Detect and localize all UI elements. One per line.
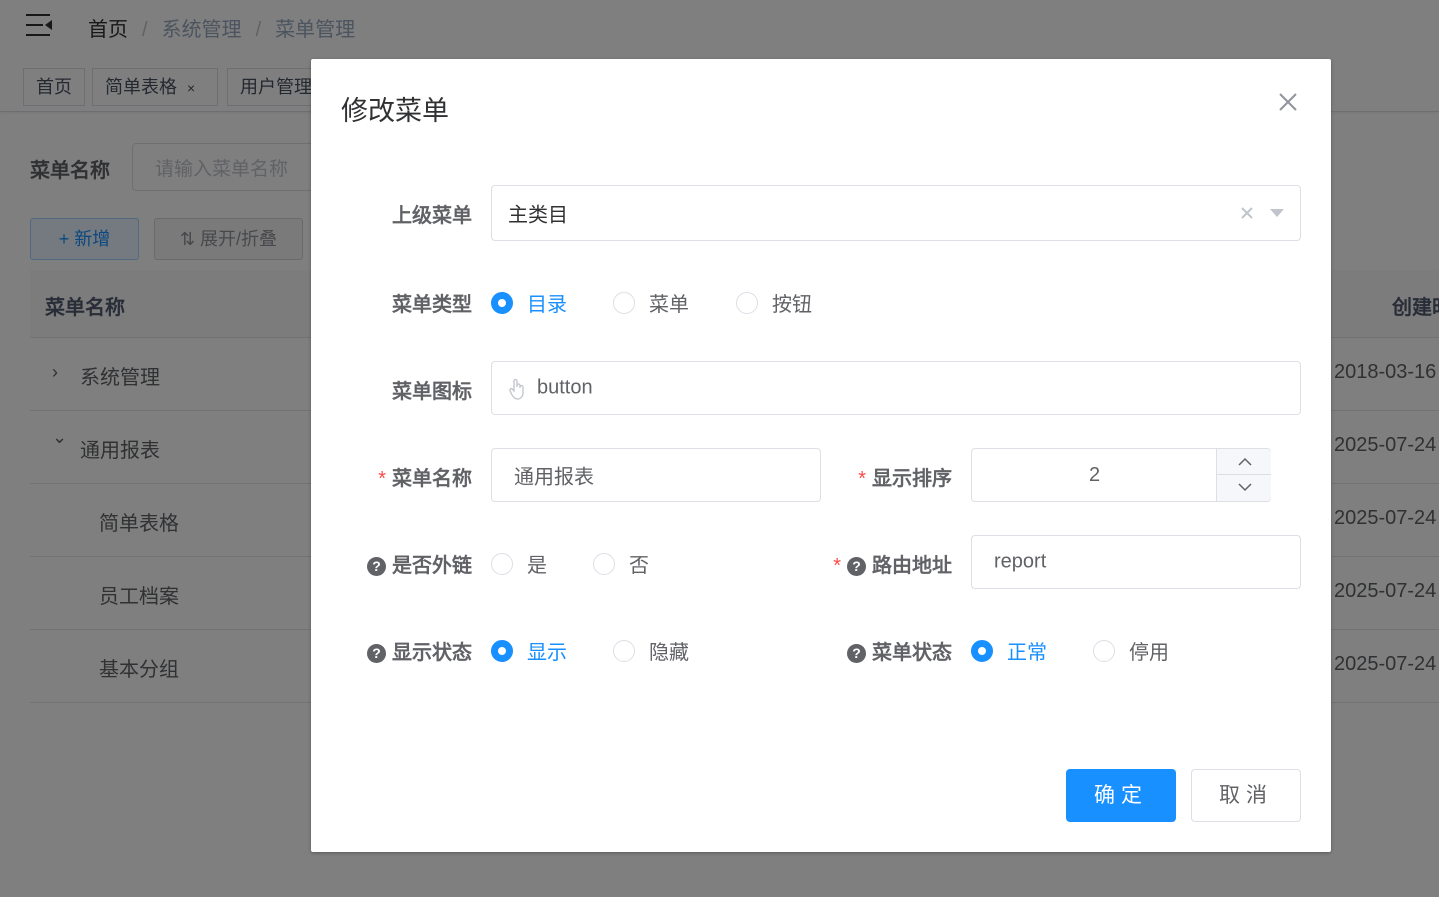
radio-visible-show[interactable]: 显示 — [491, 636, 567, 665]
confirm-button[interactable]: 确定 — [1066, 769, 1176, 822]
route-label: *? 路由地址 — [833, 555, 952, 577]
clear-icon[interactable] — [1240, 206, 1254, 220]
decrease-button[interactable] — [1216, 475, 1271, 501]
menu-icon-label: 菜单图标 — [392, 381, 472, 403]
menu-type-label: 菜单类型 — [392, 294, 472, 316]
question-circle-icon[interactable]: ? — [367, 644, 386, 663]
hand-pointer-icon — [509, 378, 524, 400]
chevron-up-icon — [1238, 457, 1252, 466]
menu-name-input[interactable]: 通用报表 — [491, 448, 821, 502]
display-order-label: * 显示排序 — [858, 468, 952, 490]
display-order-stepper[interactable]: 2 — [971, 448, 1271, 502]
close-icon[interactable] — [1277, 91, 1299, 113]
menu-status-label: ? 菜单状态 — [831, 636, 952, 665]
radio-external-yes[interactable]: 是 — [491, 549, 547, 578]
increase-button[interactable] — [1216, 449, 1271, 475]
menu-name-label: * 菜单名称 — [378, 468, 472, 490]
radio-directory[interactable]: 目录 — [491, 288, 567, 317]
cancel-button[interactable]: 取消 — [1191, 769, 1301, 822]
chevron-down-icon — [1238, 483, 1252, 492]
parent-menu-select[interactable]: 主类目 — [491, 185, 1301, 241]
external-link-label: ? 是否外链 — [351, 549, 472, 578]
visible-label: ? 显示状态 — [351, 636, 472, 665]
radio-external-no[interactable]: 否 — [593, 549, 649, 578]
display-order-value[interactable]: 2 — [972, 449, 1217, 501]
dialog-title: 修改菜单 — [341, 96, 449, 126]
question-circle-icon[interactable]: ? — [367, 557, 386, 576]
radio-status-normal[interactable]: 正常 — [971, 636, 1047, 665]
radio-button[interactable]: 按钮 — [736, 288, 812, 317]
edit-menu-dialog: 修改菜单 上级菜单 主类目 菜单类型 目录 菜单 按钮 菜单图标 button … — [311, 59, 1331, 852]
menu-icon-input[interactable]: button — [491, 361, 1301, 415]
question-circle-icon[interactable]: ? — [847, 557, 866, 576]
caret-down-icon — [1270, 209, 1284, 217]
question-circle-icon[interactable]: ? — [847, 644, 866, 663]
parent-menu-label: 上级菜单 — [392, 205, 472, 227]
route-input[interactable]: report — [971, 535, 1301, 589]
radio-status-disabled[interactable]: 停用 — [1093, 636, 1169, 665]
radio-visible-hide[interactable]: 隐藏 — [613, 636, 689, 665]
radio-menu[interactable]: 菜单 — [613, 288, 689, 317]
